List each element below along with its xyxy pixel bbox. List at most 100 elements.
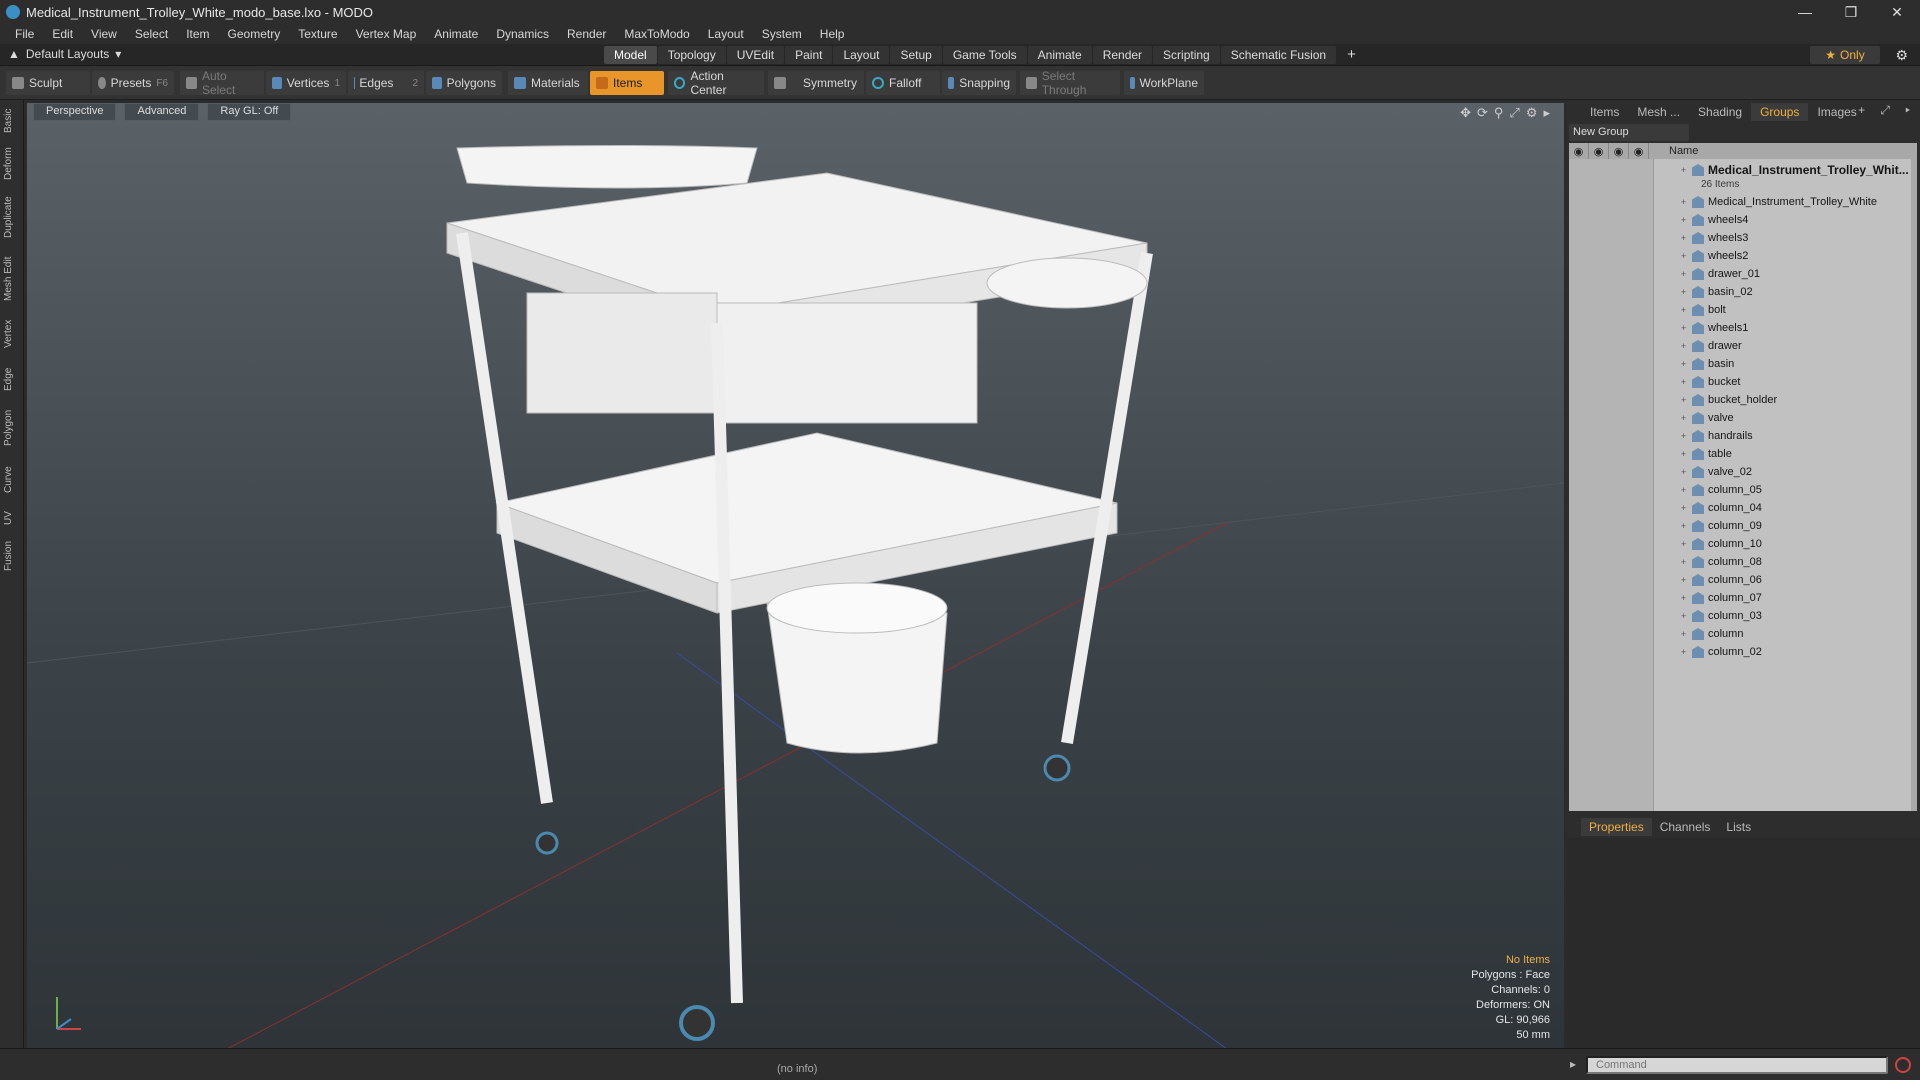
expand-icon[interactable]: + (1681, 269, 1686, 279)
tab-model[interactable]: Model (604, 46, 657, 64)
menu-animate[interactable]: Animate (425, 27, 487, 41)
expand-icon[interactable]: + (1681, 395, 1686, 405)
tab-vertex[interactable]: Vertex (3, 314, 21, 354)
tree-item-row[interactable]: + bolt (1569, 301, 1917, 319)
stop-icon[interactable] (1895, 1057, 1911, 1073)
presets-button[interactable]: Presets F6 (92, 71, 174, 95)
expand-icon[interactable]: + (1681, 647, 1686, 657)
expand-icon[interactable]: + (1681, 485, 1686, 495)
expand-icon[interactable]: + (1681, 305, 1686, 315)
tab-channels[interactable]: Channels (1652, 818, 1719, 836)
tree-item-row[interactable]: + valve_02 (1569, 463, 1917, 481)
menu-help[interactable]: Help (811, 27, 854, 41)
tree-item-row[interactable]: + table (1569, 445, 1917, 463)
materials-button[interactable]: Materials (508, 71, 588, 95)
expand-icon[interactable]: + (1681, 593, 1686, 603)
tab-mesh[interactable]: Mesh ... (1628, 103, 1689, 121)
menu-file[interactable]: File (6, 27, 43, 41)
tree-item-row[interactable]: + handrails (1569, 427, 1917, 445)
render-column-icon[interactable]: ◉ (1609, 143, 1629, 159)
layout-selector[interactable]: ▲ Default Layouts ▾ (8, 47, 121, 61)
tree-group-count[interactable]: 26 Items (1569, 175, 1917, 193)
symmetry-button[interactable]: Symmetry (768, 71, 864, 95)
tree-item-row[interactable]: + drawer (1569, 337, 1917, 355)
tree-item-row[interactable]: + basin (1569, 355, 1917, 373)
vertices-button[interactable]: Vertices 1 (266, 71, 346, 95)
workplane-button[interactable]: WorkPlane (1124, 71, 1204, 95)
expand-icon[interactable]: + (1681, 287, 1686, 297)
tree-item-row[interactable]: + column_10 (1569, 535, 1917, 553)
snapping-button[interactable]: Snapping (942, 71, 1016, 95)
tree-item-row[interactable]: + wheels1 (1569, 319, 1917, 337)
command-input[interactable] (1586, 1056, 1888, 1074)
menu-item[interactable]: Item (177, 27, 218, 41)
auto-select-button[interactable]: Auto Select (180, 69, 264, 97)
falloff-button[interactable]: Falloff (866, 71, 940, 95)
tree-item-row[interactable]: + basin_02 (1569, 283, 1917, 301)
tab-mesh-edit[interactable]: Mesh Edit (3, 252, 21, 306)
expand-icon[interactable]: + (1681, 197, 1686, 207)
viewport-gear-icon[interactable]: ⚙ (1526, 105, 1538, 121)
close-icon[interactable]: ✕ (1874, 0, 1920, 24)
fit-view-icon[interactable]: ⤢ (1509, 105, 1519, 121)
tab-shading[interactable]: Shading (1689, 103, 1751, 121)
tree-item-row[interactable]: + bucket_holder (1569, 391, 1917, 409)
visibility-column-icon[interactable]: ◉ (1569, 143, 1589, 159)
tab-setup[interactable]: Setup (890, 46, 942, 64)
rotate-view-icon[interactable]: ⟳ (1477, 105, 1488, 121)
tab-edge[interactable]: Edge (3, 362, 21, 396)
tab-layout[interactable]: Layout (833, 46, 890, 64)
expand-icon[interactable]: + (1681, 251, 1686, 261)
add-tab-icon[interactable]: + (1337, 46, 1366, 64)
expand-icon[interactable]: + (1681, 611, 1686, 621)
select-column-icon[interactable]: ◉ (1629, 143, 1649, 159)
expand-icon[interactable]: + (1681, 341, 1686, 351)
expand-icon[interactable]: + (1681, 215, 1686, 225)
3d-viewport[interactable]: Perspective Advanced Ray GL: Off ✥ ⟳ ⚲ ⤢… (27, 103, 1564, 1049)
tab-groups[interactable]: Groups (1751, 103, 1809, 121)
expand-icon[interactable]: + (1681, 503, 1686, 513)
tree-item-row[interactable]: + column_07 (1569, 589, 1917, 607)
tree-item-row[interactable]: + column_05 (1569, 481, 1917, 499)
tree-item-row[interactable]: + drawer_01 (1569, 265, 1917, 283)
minimize-icon[interactable]: — (1782, 0, 1828, 24)
perspective-button[interactable]: Perspective (33, 103, 117, 121)
menu-render[interactable]: Render (558, 27, 615, 41)
gear-icon[interactable]: ⚙ (1895, 47, 1908, 64)
tree-item-row[interactable]: + column_09 (1569, 517, 1917, 535)
tree-item-row[interactable]: + column (1569, 625, 1917, 643)
tab-render[interactable]: Render (1092, 46, 1153, 64)
tree-item-row[interactable]: + wheels3 (1569, 229, 1917, 247)
advanced-button[interactable]: Advanced (124, 103, 200, 121)
tab-uv[interactable]: UV (3, 506, 21, 530)
menu-texture[interactable]: Texture (289, 27, 346, 41)
tab-schematic-fusion[interactable]: Schematic Fusion (1220, 46, 1337, 64)
tree-item-row[interactable]: + valve (1569, 409, 1917, 427)
tree-item-row[interactable]: + Medical_Instrument_Trolley_White (1569, 193, 1917, 211)
tab-uvedit[interactable]: UVEdit (726, 46, 785, 64)
items-button[interactable]: Items (590, 71, 664, 95)
tree-item-row[interactable]: + column_06 (1569, 571, 1917, 589)
panel-add-icon[interactable]: + ⤢ ▸ (1858, 103, 1916, 118)
tab-deform[interactable]: Deform (3, 144, 21, 184)
tab-fusion[interactable]: Fusion (3, 536, 21, 576)
edges-button[interactable]: Edges 2 (348, 71, 424, 95)
expand-icon[interactable]: + (1681, 539, 1686, 549)
menu-vertex-map[interactable]: Vertex Map (347, 27, 426, 41)
menu-maxtomodo[interactable]: MaxToModo (615, 27, 698, 41)
tab-lists[interactable]: Lists (1718, 818, 1759, 836)
expand-icon[interactable]: + (1681, 359, 1686, 369)
tab-scripting[interactable]: Scripting (1153, 46, 1220, 64)
restore-icon[interactable]: ❐ (1828, 0, 1874, 24)
expand-icon[interactable]: + (1681, 233, 1686, 243)
select-through-button[interactable]: Select Through (1020, 69, 1120, 97)
tab-polygon[interactable]: Polygon (3, 404, 21, 452)
expand-icon[interactable]: + (1681, 449, 1686, 459)
tab-items[interactable]: Items (1581, 103, 1628, 121)
tab-duplicate[interactable]: Duplicate (3, 192, 21, 242)
menu-dynamics[interactable]: Dynamics (487, 27, 558, 41)
tab-topology[interactable]: Topology (657, 46, 726, 64)
lock-column-icon[interactable]: ◉ (1589, 143, 1609, 159)
polygons-button[interactable]: Polygons (426, 71, 502, 95)
tree-scrollbar[interactable] (1911, 159, 1917, 811)
